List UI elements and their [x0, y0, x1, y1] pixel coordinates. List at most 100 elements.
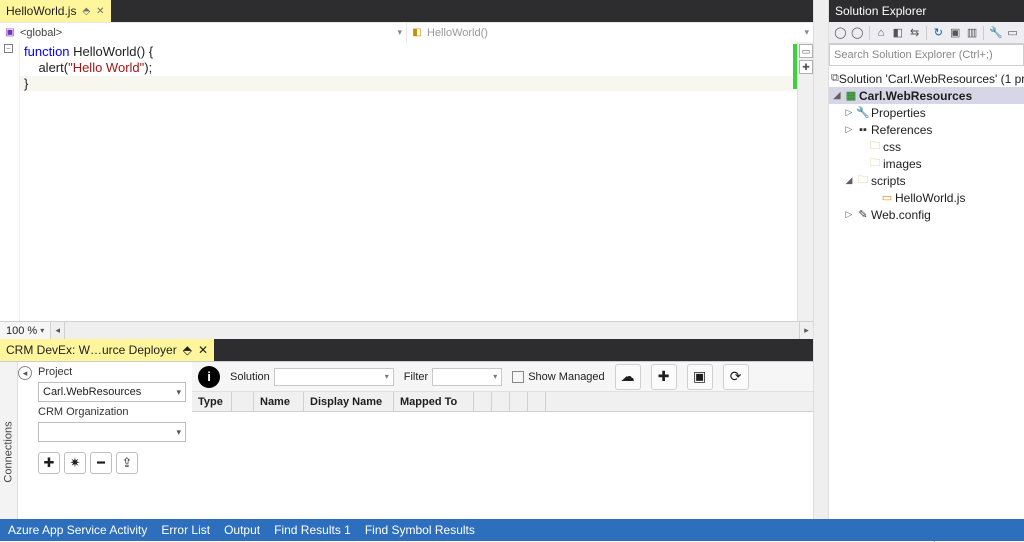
forward-icon[interactable]: ◯: [850, 25, 865, 41]
member-dropdown[interactable]: ◧ HelloWorld() ▾: [407, 23, 813, 42]
connections-rail[interactable]: Connections: [0, 362, 18, 541]
refresh-icon[interactable]: ↻: [931, 25, 946, 41]
pin-icon[interactable]: ⬘: [82, 6, 90, 17]
solution-explorer-search[interactable]: Search Solution Explorer (Ctrl+;): [829, 44, 1024, 66]
chevron-down-icon: ▾: [40, 326, 44, 335]
tree-folder-images[interactable]: 🗀 images: [829, 155, 1024, 172]
status-find-symbol-results[interactable]: Find Symbol Results: [365, 523, 475, 537]
col-mapped-to[interactable]: Mapped To: [394, 392, 474, 411]
splitter[interactable]: [813, 0, 829, 541]
col-blank[interactable]: [232, 392, 254, 411]
editor-hscrollbar[interactable]: ◂ ▸: [50, 322, 813, 339]
collapse-icon[interactable]: ▣: [948, 25, 963, 41]
remove-connection-button[interactable]: ━: [90, 452, 112, 474]
code-editor[interactable]: − function HelloWorld() { alert("Hello W…: [0, 42, 813, 321]
cloud-download-button[interactable]: ☁: [615, 364, 641, 390]
tree-file-helloworld[interactable]: ▭ HelloWorld.js: [829, 189, 1024, 206]
tree-label: HelloWorld.js: [895, 191, 965, 205]
separator: [983, 26, 984, 40]
properties-icon[interactable]: 🔧: [988, 25, 1003, 41]
editor-text-area[interactable]: function HelloWorld() { alert("Hello Wor…: [20, 42, 793, 321]
back-icon: ◂: [18, 366, 32, 380]
chevron-down-icon: ▾: [397, 27, 402, 38]
filter-select[interactable]: ▾: [432, 368, 502, 386]
tree-label: css: [883, 140, 901, 154]
project-label: Project: [38, 366, 186, 378]
connections-label: Connections: [3, 421, 15, 482]
status-error-list[interactable]: Error List: [161, 523, 210, 537]
tree-file-webconfig[interactable]: ✎ Web.config: [829, 206, 1024, 223]
settings-button[interactable]: ✷: [64, 452, 86, 474]
show-managed-checkbox[interactable]: Show Managed: [512, 371, 604, 383]
sync-icon[interactable]: ⇆: [907, 25, 922, 41]
col-spacer: [492, 392, 510, 411]
scope-icon[interactable]: ◧: [890, 25, 905, 41]
add-button[interactable]: ✚: [651, 364, 677, 390]
scope-dropdown[interactable]: ▣ <global> ▾: [0, 23, 407, 42]
scroll-left-icon[interactable]: ◂: [51, 322, 65, 339]
project-value: Carl.WebResources: [43, 386, 141, 398]
solution-tree[interactable]: ⧉ Solution 'Carl.WebResources' (1 projec…: [829, 66, 1024, 519]
split-icon[interactable]: ▭: [799, 44, 813, 58]
close-icon[interactable]: ✕: [96, 6, 104, 17]
outline-toggle-icon[interactable]: −: [4, 44, 13, 53]
info-icon[interactable]: i: [198, 366, 220, 388]
close-icon[interactable]: ✕: [198, 343, 208, 357]
refresh-button[interactable]: ⟳: [723, 364, 749, 390]
tree-folder-scripts[interactable]: 🗀 scripts: [829, 172, 1024, 189]
expand-icon[interactable]: [843, 209, 855, 220]
package-button[interactable]: ▣: [687, 364, 713, 390]
zoom-value: 100 %: [6, 325, 37, 337]
home-icon[interactable]: ⌂: [874, 25, 889, 41]
tab-crm-deployer[interactable]: CRM DevEx: W…urce Deployer ⬘ ✕: [0, 339, 214, 361]
chevron-down-icon: ▾: [176, 387, 181, 398]
col-spacer: [510, 392, 528, 411]
back-button[interactable]: ◂: [18, 362, 32, 541]
show-managed-label: Show Managed: [528, 371, 604, 383]
code-token: HelloWorld() {: [70, 44, 154, 59]
status-output[interactable]: Output: [224, 523, 260, 537]
project-select[interactable]: Carl.WebResources ▾: [38, 382, 186, 402]
zoom-dropdown[interactable]: 100 % ▾: [0, 325, 50, 337]
tool-tabwell: CRM DevEx: W…urce Deployer ⬘ ✕: [0, 339, 813, 361]
editor-vscrollbar[interactable]: ▭ ✚: [797, 42, 813, 321]
expand-icon[interactable]: [843, 124, 855, 135]
preview-icon[interactable]: ▭: [1005, 25, 1020, 41]
col-display-name[interactable]: Display Name: [304, 392, 394, 411]
back-icon[interactable]: ◯: [833, 25, 848, 41]
pin-icon[interactable]: ⬘: [183, 343, 192, 357]
status-azure[interactable]: Azure App Service Activity: [8, 523, 147, 537]
member-text: HelloWorld(): [427, 27, 488, 39]
col-name[interactable]: Name: [254, 392, 304, 411]
config-icon: ✎: [855, 208, 871, 221]
solution-explorer-title: Solution Explorer: [829, 0, 1024, 22]
code-token: "Hello World": [68, 60, 144, 75]
editor-navbar: ▣ <global> ▾ ◧ HelloWorld() ▾: [0, 22, 813, 42]
tree-project[interactable]: ▦ Carl.WebResources: [829, 87, 1024, 104]
show-all-icon[interactable]: ▥: [965, 25, 980, 41]
solution-select[interactable]: ▾: [274, 368, 394, 386]
col-spacer: [528, 392, 546, 411]
expand-icon[interactable]: ✚: [799, 60, 813, 74]
col-type[interactable]: Type: [192, 392, 232, 411]
tab-helloworld-js[interactable]: HelloWorld.js ⬘ ✕: [0, 0, 111, 22]
solution-icon: ⧉: [831, 72, 839, 85]
chevron-down-icon: ▾: [493, 372, 497, 381]
status-find-results-1[interactable]: Find Results 1: [274, 523, 351, 537]
expand-icon[interactable]: [843, 107, 855, 118]
tree-properties[interactable]: 🔧 Properties: [829, 104, 1024, 121]
references-icon: ▪▪: [855, 124, 871, 136]
add-connection-button[interactable]: ✚: [38, 452, 60, 474]
plugin-button[interactable]: ⇪: [116, 452, 138, 474]
org-select[interactable]: ▾: [38, 422, 186, 442]
tree-folder-css[interactable]: 🗀 css: [829, 138, 1024, 155]
expand-icon[interactable]: [831, 90, 843, 101]
document-tabwell: HelloWorld.js ⬘ ✕: [0, 0, 813, 22]
tree-label: Carl.WebResources: [859, 89, 972, 103]
expand-icon[interactable]: [843, 175, 855, 186]
deployer-grid-header: Type Name Display Name Mapped To: [192, 392, 813, 412]
tree-references[interactable]: ▪▪ References: [829, 121, 1024, 138]
solution-explorer-toolbar: ◯ ◯ ⌂ ◧ ⇆ ↻ ▣ ▥ 🔧 ▭: [829, 22, 1024, 44]
scroll-right-icon[interactable]: ▸: [799, 322, 813, 339]
tree-solution[interactable]: ⧉ Solution 'Carl.WebResources' (1 projec…: [829, 70, 1024, 87]
